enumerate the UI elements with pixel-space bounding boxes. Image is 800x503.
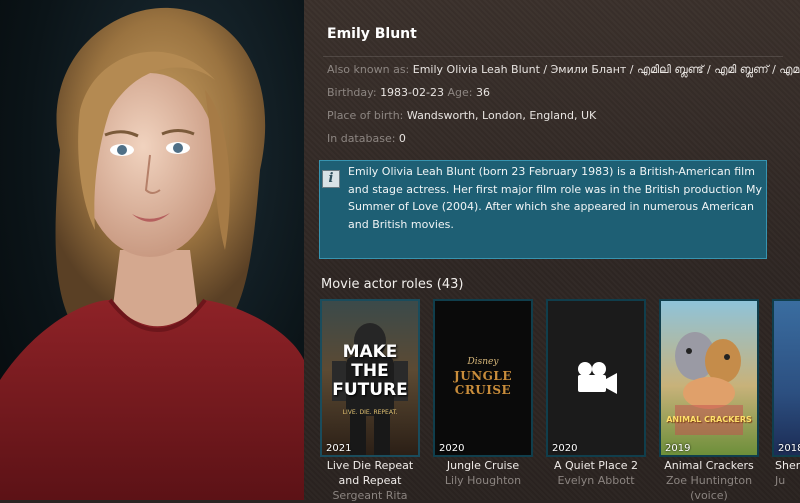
poster-headline: MAKE THE FUTURE <box>332 342 408 400</box>
movie-card[interactable]: 2018 Sher Ju <box>772 299 800 488</box>
poster-brand: Disney <box>467 357 499 367</box>
in-database-label: In database: <box>327 132 396 145</box>
also-known-value: Emily Olivia Leah Blunt / Эмили Блант / … <box>412 63 800 76</box>
biography-text: Emily Olivia Leah Blunt (born 23 Februar… <box>348 165 762 231</box>
movie-camera-icon <box>578 362 617 394</box>
movie-poster: Disney JUNGLE CRUISE 2020 <box>433 299 533 457</box>
movie-year: 2019 <box>665 443 691 454</box>
movie-role: Lily Houghton <box>444 474 522 487</box>
poster-tagline: LIVE. DIE. REPEAT. <box>342 409 398 416</box>
birthplace-row: Place of birth: Wandsworth, London, Engl… <box>327 109 596 122</box>
movie-year: 2020 <box>439 443 465 454</box>
movie-poster: ANIMAL CRACKERS 2019 <box>659 299 759 457</box>
poster-headline: JUNGLE CRUISE <box>454 369 512 397</box>
info-icon: i <box>322 170 340 188</box>
movie-year: 2021 <box>326 443 352 454</box>
movie-role: Evelyn Abbott <box>557 474 635 487</box>
birthday-label: Birthday: <box>327 86 377 99</box>
birthplace-label: Place of birth: <box>327 109 404 122</box>
actor-info-panel: Emily Blunt Also known as: Emily Olivia … <box>304 0 800 503</box>
movie-role: Sergeant Rita <box>332 489 408 502</box>
age-value: 36 <box>475 86 490 99</box>
movie-card[interactable]: 2020 A Quiet Place 2 Evelyn Abbott <box>546 299 646 488</box>
movie-poster: 2018 <box>772 299 800 457</box>
in-database-row: In database: 0 <box>327 132 406 145</box>
movie-card[interactable]: ANIMAL CRACKERS 2019 Animal Crackers Zoe… <box>659 299 759 503</box>
movie-title: Live Die Repeat and Repeat <box>326 459 414 487</box>
actor-photo <box>0 0 304 500</box>
actor-portrait-illustration <box>0 7 304 500</box>
movie-card[interactable]: MAKE THE FUTURE LIVE. DIE. REPEAT. 2021 … <box>320 299 420 503</box>
movie-year: 2020 <box>552 443 578 454</box>
divider <box>323 56 783 57</box>
also-known-label: Also known as: <box>327 63 410 76</box>
actor-name: Emily Blunt <box>327 26 417 42</box>
movie-poster: MAKE THE FUTURE LIVE. DIE. REPEAT. 2021 <box>320 299 420 457</box>
movie-year: 2018 <box>778 443 800 454</box>
in-database-value: 0 <box>398 132 406 145</box>
birthday-value: 1983-02-23 <box>380 86 444 99</box>
movie-role: Ju <box>775 474 786 487</box>
biography-box[interactable]: i Emily Olivia Leah Blunt (born 23 Febru… <box>319 160 767 259</box>
age-label: Age: <box>447 86 473 99</box>
also-known-row: Also known as: Emily Olivia Leah Blunt /… <box>327 63 800 77</box>
movie-card[interactable]: Disney JUNGLE CRUISE 2020 Jungle Cruise … <box>433 299 533 488</box>
birthplace-value: Wandsworth, London, England, UK <box>406 109 597 122</box>
movie-title: A Quiet Place 2 <box>553 459 639 472</box>
movie-title: Animal Crackers <box>664 459 754 472</box>
poster-animals-illustration <box>675 332 743 435</box>
movie-roles-heading: Movie actor roles (43) <box>321 277 464 292</box>
birthday-row: Birthday: 1983-02-23 Age: 36 <box>327 86 490 99</box>
movie-title: Jungle Cruise <box>446 459 520 472</box>
movie-title: Sher <box>775 459 800 472</box>
movie-poster: 2020 <box>546 299 646 457</box>
poster-headline: ANIMAL CRACKERS <box>666 415 752 424</box>
movie-role: Zoe Huntington (voice) <box>665 474 753 502</box>
